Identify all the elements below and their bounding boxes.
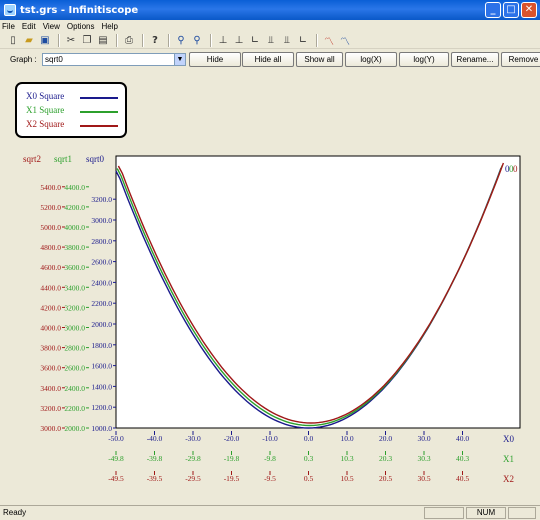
- x-tick-label: -19.8: [224, 454, 240, 463]
- y-tick-label: 4000.0: [64, 223, 85, 232]
- x-tick-label: 40.0: [456, 434, 469, 443]
- x-axis-title-x2: X2: [503, 474, 514, 484]
- y-tick-label: 3800.0: [40, 344, 61, 353]
- y-tick-label: 3600.0: [64, 263, 85, 272]
- y-tick-label: 2400.0: [91, 278, 112, 287]
- y-tick-label: 2000.0: [91, 320, 112, 329]
- x-tick-label: 0.5: [304, 474, 314, 483]
- y-tick-label: 2600.0: [91, 258, 112, 267]
- y-tick-label: 4400.0: [64, 183, 85, 192]
- status-cell: [508, 507, 536, 519]
- y-tick-label: 3200.0: [91, 195, 112, 204]
- y-tick-label: 3400.0: [40, 384, 61, 393]
- x-tick-label: -50.0: [108, 434, 124, 443]
- x-tick-label: 20.3: [379, 454, 392, 463]
- x-tick-label: 40.3: [456, 454, 469, 463]
- x-tick-label: -39.8: [147, 454, 163, 463]
- series-end-label: 0: [513, 164, 518, 174]
- y-tick-label: 4200.0: [40, 303, 61, 312]
- y-tick-label: 3200.0: [64, 303, 85, 312]
- y-tick-label: 5000.0: [40, 223, 61, 232]
- x-tick-label: 0.0: [304, 434, 314, 443]
- y-tick-label: 1400.0: [91, 382, 112, 391]
- y-tick-label: 4400.0: [40, 283, 61, 292]
- plot-area: [115, 155, 521, 429]
- y-tick-label: 3200.0: [40, 404, 61, 413]
- status-text: Ready: [3, 508, 27, 517]
- x-tick-label: 30.5: [417, 474, 430, 483]
- x-tick-label: 30.3: [417, 454, 430, 463]
- y-tick-label: 3000.0: [64, 324, 85, 333]
- y-tick-label: 4200.0: [64, 203, 85, 212]
- x-tick-label: -49.8: [108, 454, 124, 463]
- x-tick-label: -30.0: [185, 434, 201, 443]
- x-tick-label: -20.0: [224, 434, 240, 443]
- x-tick-label: -49.5: [108, 474, 124, 483]
- y-tick-label: 2400.0: [64, 384, 85, 393]
- status-cell: [424, 507, 464, 519]
- y-tick-label: 2200.0: [91, 299, 112, 308]
- y-tick-label: 3000.0: [91, 216, 112, 225]
- x-tick-label: 10.5: [340, 474, 353, 483]
- x-tick-label: 10.3: [340, 454, 353, 463]
- x-tick-label: -39.5: [147, 474, 163, 483]
- y-tick-label: 4000.0: [40, 324, 61, 333]
- x-tick-label: -9.8: [264, 454, 276, 463]
- status-bar: Ready NUM: [0, 505, 540, 520]
- y-tick-label: 4600.0: [40, 263, 61, 272]
- y-tick-label: 5400.0: [40, 183, 61, 192]
- x-tick-label: 10.0: [340, 434, 353, 443]
- x-tick-label: -19.5: [224, 474, 240, 483]
- x-axis-title-x0: X0: [503, 434, 514, 444]
- x-tick-label: -40.0: [147, 434, 163, 443]
- y-tick-label: 2800.0: [91, 237, 112, 246]
- x-tick-label: -10.0: [262, 434, 278, 443]
- y-tick-label: 3600.0: [40, 364, 61, 373]
- chart: 5400.0 5200.0 5000.0 4800.0 4600.0 4400.0 4200…: [40, 155, 521, 484]
- x-tick-label: 0.3: [304, 454, 314, 463]
- x-tick-label: 20.0: [379, 434, 392, 443]
- y-tick-label: 4800.0: [40, 243, 61, 252]
- y-tick-label: 2800.0: [64, 344, 85, 353]
- y-tick-label: 1800.0: [91, 341, 112, 350]
- num-lock-indicator: NUM: [466, 507, 506, 519]
- x-tick-label: -29.8: [185, 454, 201, 463]
- y-tick-label: 3000.0: [40, 424, 61, 433]
- x-tick-label: 20.5: [379, 474, 392, 483]
- y-tick-label: 3800.0: [64, 243, 85, 252]
- x-tick-label: 30.0: [417, 434, 430, 443]
- x-tick-label: -29.5: [185, 474, 201, 483]
- y-tick-label: 1600.0: [91, 362, 112, 371]
- x-axis-title-x1: X1: [503, 454, 514, 464]
- y-tick-label: 2000.0: [64, 424, 85, 433]
- y-tick-label: 3400.0: [64, 283, 85, 292]
- y-tick-label: 1000.0: [91, 424, 112, 433]
- x-tick-label: 40.5: [456, 474, 469, 483]
- x-tick-label: -9.5: [264, 474, 276, 483]
- y-tick-label: 5200.0: [40, 203, 61, 212]
- y-tick-label: 2200.0: [64, 404, 85, 413]
- y-tick-label: 1200.0: [91, 403, 112, 412]
- y-tick-label: 2600.0: [64, 364, 85, 373]
